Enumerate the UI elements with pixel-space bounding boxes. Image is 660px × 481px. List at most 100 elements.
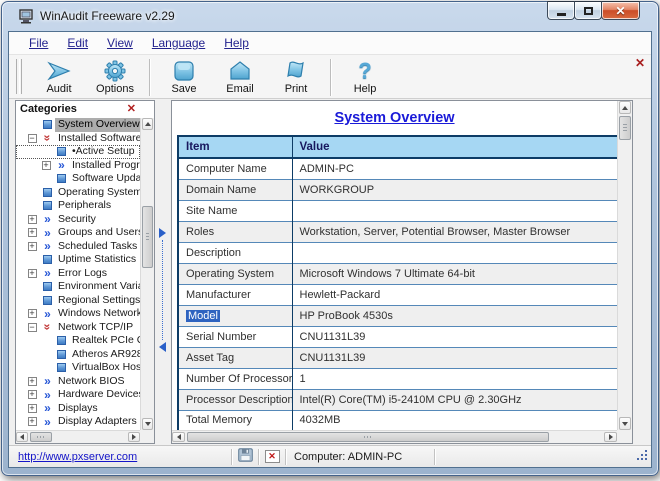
scroll-right-arrow[interactable]: [128, 432, 140, 442]
sidebar-item-installed-programs[interactable]: » Installed Programs: [16, 159, 140, 173]
expand-plus-icon[interactable]: [41, 160, 51, 170]
sidebar-item-label: Error Logs: [58, 266, 108, 279]
toolbar-close-x-icon[interactable]: ✕: [635, 57, 645, 69]
help-label: Help: [353, 83, 377, 95]
table-row: Number Of Processors 1: [178, 367, 617, 389]
report-vertical-scrollbar[interactable]: [617, 101, 632, 430]
resize-grip[interactable]: [635, 448, 648, 464]
blue-square-icon: [43, 201, 52, 211]
sidebar-item-displays[interactable]: » Displays: [16, 402, 140, 416]
expand-plus-icon[interactable]: [27, 403, 37, 413]
menu-file[interactable]: File: [29, 36, 48, 50]
sidebar-item-label: Displays: [58, 401, 98, 414]
menu-help[interactable]: Help: [224, 36, 249, 50]
blue-square-icon: [43, 187, 52, 197]
expand-plus-icon[interactable]: [27, 376, 37, 386]
minimize-button[interactable]: [547, 1, 575, 20]
audit-button[interactable]: Audit: [31, 56, 87, 98]
menu-view[interactable]: View: [107, 36, 133, 50]
sidebar-item-software-updates[interactable]: Software Updates: [16, 172, 140, 186]
print-button[interactable]: Print: [268, 56, 324, 98]
sidebar-item-security[interactable]: » Security: [16, 213, 140, 227]
overview-table: Item Value Computer Name ADMIN-PC Domain N…: [177, 135, 617, 430]
sidebar-item-realtek-pcie-gbe[interactable]: Realtek PCIe GBE: [16, 334, 140, 348]
close-button[interactable]: ✕: [601, 1, 640, 20]
expand-plus-icon[interactable]: [27, 241, 37, 251]
sidebar-item-atheros-ar9285-8[interactable]: Atheros AR9285 8: [16, 348, 140, 362]
expand-plus-icon[interactable]: [27, 390, 37, 400]
sidebar-item-installed-software[interactable]: »Installed Software: [16, 132, 140, 146]
scroll-up-arrow[interactable]: [142, 118, 153, 130]
menu-language[interactable]: Language: [152, 36, 205, 50]
splitter-dotted-line[interactable]: [162, 240, 163, 340]
scroll-down-arrow[interactable]: [619, 417, 631, 430]
value-cell: WORKGROUP: [292, 178, 617, 200]
item-cell: Serial Number: [178, 325, 293, 347]
sidebar-item-label: Realtek PCIe GBE: [72, 334, 140, 346]
email-button[interactable]: Email: [212, 56, 268, 98]
sidebar-item-environment-variable[interactable]: Environment Variable: [16, 280, 140, 294]
print-label: Print: [284, 83, 308, 95]
sidebar-item-display-adapters[interactable]: » Display Adapters: [16, 415, 140, 429]
app-computer-icon: [19, 9, 35, 24]
save-button[interactable]: Save: [156, 56, 212, 98]
help-button[interactable]: ? Help: [337, 56, 393, 98]
expand-plus-icon[interactable]: [27, 417, 37, 427]
sidebar-item-hardware-devices[interactable]: » Hardware Devices: [16, 388, 140, 402]
panel-splitter[interactable]: [157, 100, 169, 444]
overview-table-body: Computer Name ADMIN-PC Domain Name WORKGROU…: [178, 157, 617, 430]
blue-square-icon: [43, 255, 52, 265]
splitter-collapse-left-icon[interactable]: [159, 342, 166, 352]
scroll-left-arrow[interactable]: [172, 432, 185, 442]
sidebar-item-windows-network[interactable]: » Windows Network: [16, 307, 140, 321]
minimize-icon: [556, 13, 566, 16]
blue-square-icon: [43, 120, 52, 130]
tree-horizontal-scrollbar[interactable]: [16, 430, 140, 443]
collapse-minus-icon[interactable]: [27, 133, 37, 143]
sidebar-item-virtualbox-host-on[interactable]: VirtualBox Host-On: [16, 361, 140, 375]
maximize-button[interactable]: [574, 1, 602, 20]
website-link[interactable]: http://www.pxserver.com: [18, 451, 137, 463]
scroll-up-arrow[interactable]: [619, 101, 631, 114]
expand-plus-icon[interactable]: [27, 268, 37, 278]
sidebar-item-groups-and-users[interactable]: » Groups and Users: [16, 226, 140, 240]
computer-status: Computer: ADMIN-PC: [294, 450, 403, 463]
page-title[interactable]: System Overview: [172, 110, 617, 126]
toolbar-grip[interactable]: [16, 59, 22, 94]
sidebar-item-label: Network BIOS: [58, 374, 125, 387]
splitter-collapse-right-icon[interactable]: [159, 228, 166, 238]
scroll-left-arrow[interactable]: [16, 432, 28, 442]
collapse-minus-icon[interactable]: [27, 322, 37, 332]
sidebar-item-active-setup[interactable]: •Active Setup: [16, 145, 140, 159]
tree-hscroll-thumb[interactable]: [30, 432, 52, 442]
scroll-down-arrow[interactable]: [142, 418, 153, 430]
sidebar-item-regional-settings[interactable]: Regional Settings: [16, 294, 140, 308]
report-horizontal-scrollbar[interactable]: [172, 430, 617, 443]
sidebar-item-error-logs[interactable]: » Error Logs: [16, 267, 140, 281]
titlebar[interactable]: WinAudit Freeware v2.29 ✕: [2, 1, 658, 31]
tree-vertical-scrollbar[interactable]: [140, 118, 154, 430]
sidebar-item-network-tcp-ip[interactable]: »Network TCP/IP: [16, 321, 140, 335]
table-header-row: Item Value: [178, 136, 617, 159]
help-question-icon: ?: [358, 57, 372, 83]
expand-plus-icon[interactable]: [27, 309, 37, 319]
sidebar-item-system-overview[interactable]: System Overview: [16, 118, 140, 132]
scroll-right-arrow[interactable]: [604, 432, 617, 442]
expand-plus-icon[interactable]: [27, 228, 37, 238]
table-row: Serial Number CNU1131L39: [178, 325, 617, 347]
sidebar-item-network-bios[interactable]: » Network BIOS: [16, 375, 140, 389]
tree-vscroll-thumb[interactable]: [142, 206, 153, 268]
sidebar-item-scheduled-tasks[interactable]: » Scheduled Tasks: [16, 240, 140, 254]
options-button[interactable]: Options: [87, 56, 143, 98]
sidebar-item-operating-system[interactable]: Operating System: [16, 186, 140, 200]
menu-edit[interactable]: Edit: [67, 36, 88, 50]
sidebar-item-uptime-statistics[interactable]: Uptime Statistics: [16, 253, 140, 267]
expand-plus-icon[interactable]: [27, 214, 37, 224]
sidebar-item-peripherals[interactable]: Peripherals: [16, 199, 140, 213]
report-vscroll-thumb[interactable]: [619, 116, 631, 140]
item-cell: Total Memory: [178, 409, 293, 430]
categories-close-x-icon[interactable]: ✕: [127, 102, 136, 115]
report-hscroll-thumb[interactable]: [187, 432, 549, 442]
